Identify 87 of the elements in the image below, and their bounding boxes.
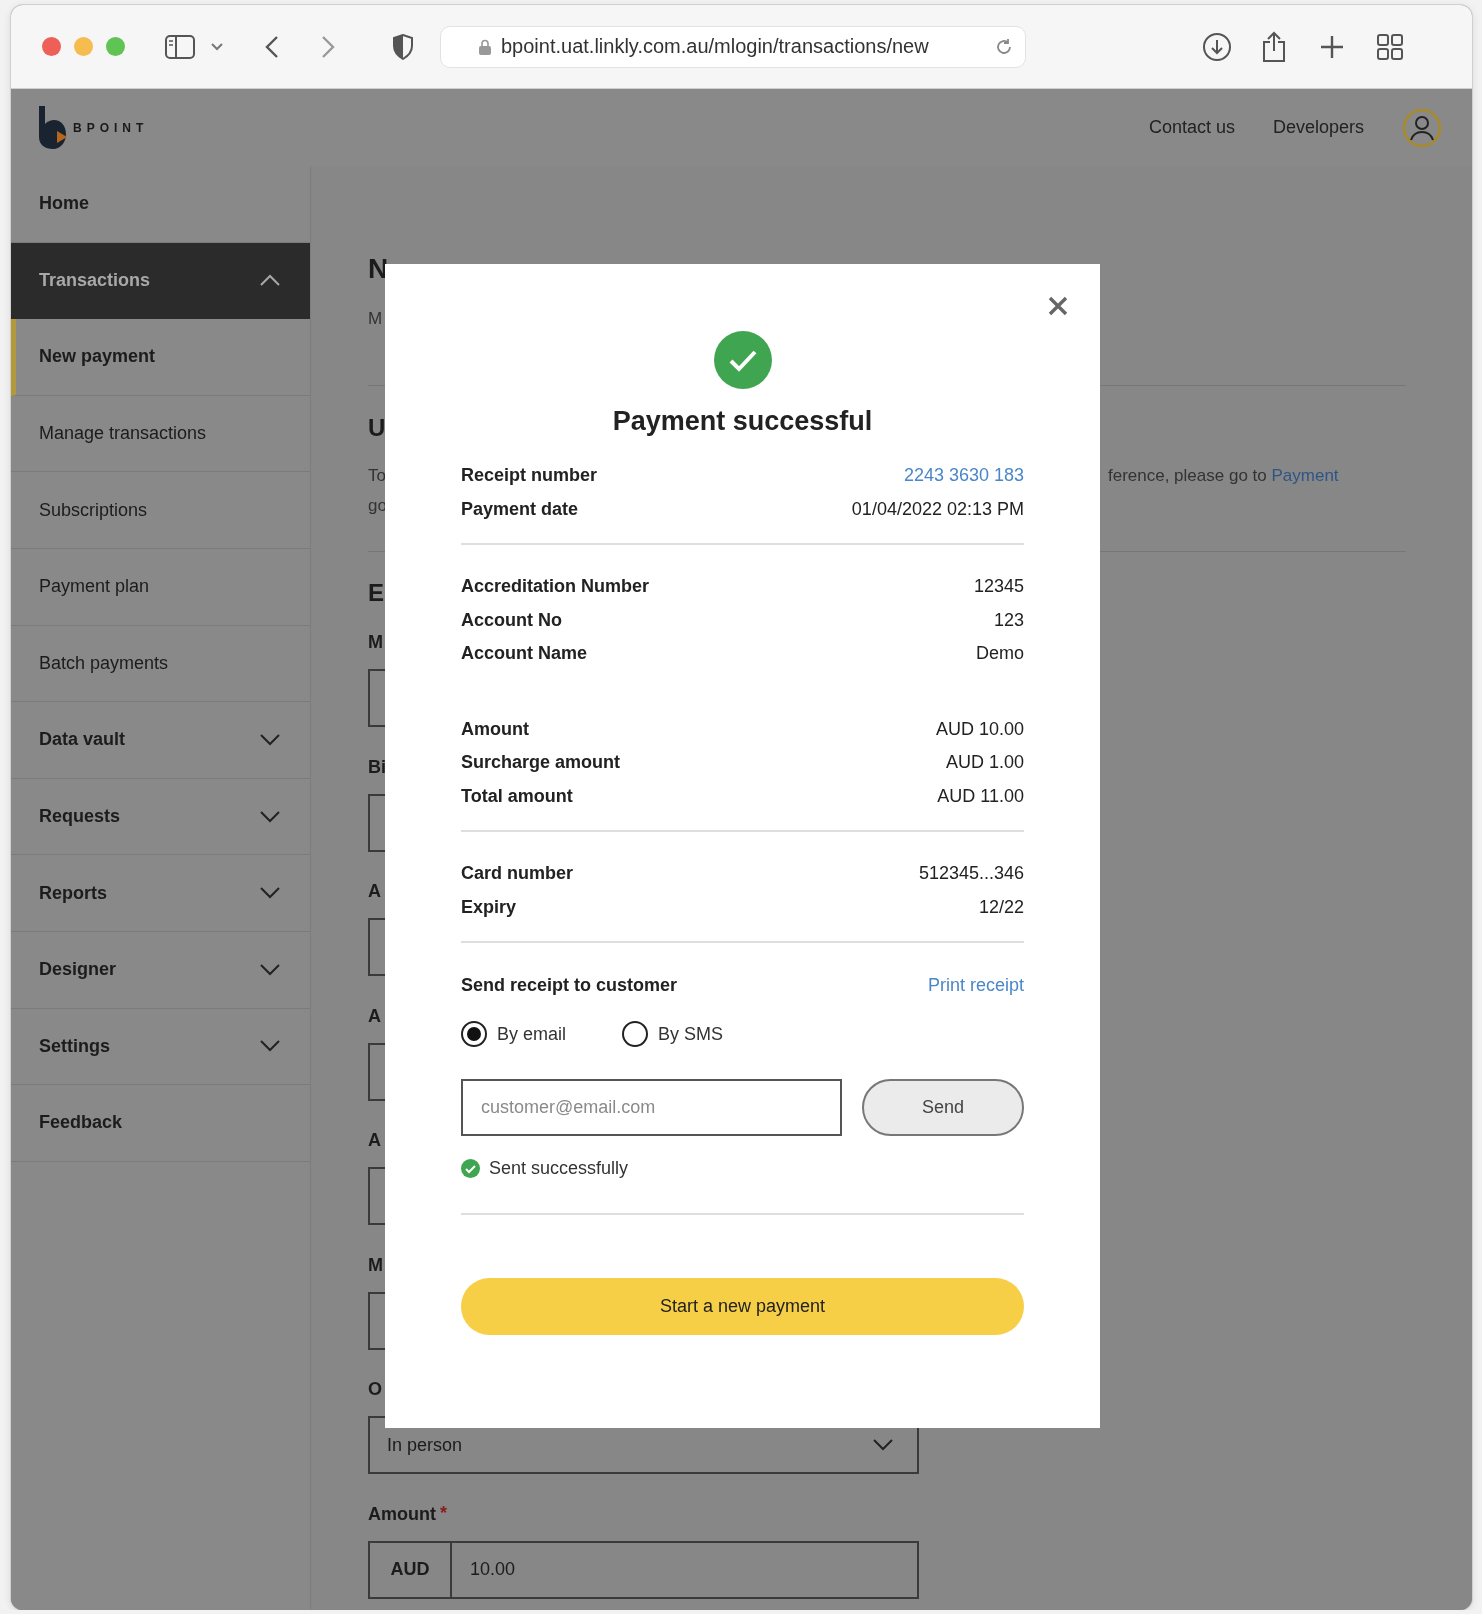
reload-icon[interactable] — [995, 37, 1013, 56]
radio-label[interactable]: By email — [497, 1023, 567, 1045]
sidebar-group[interactable]: Designer — [11, 931, 310, 1009]
radio-button[interactable] — [461, 1021, 487, 1047]
logo-icon — [37, 104, 69, 151]
sidebar-group[interactable]: Data vault — [11, 702, 310, 779]
detail-label: Accreditation Number — [461, 575, 650, 598]
detail-label: Expiry — [461, 895, 517, 919]
required-mark: * — [440, 1503, 447, 1524]
tabs-overview-icon[interactable] — [1377, 33, 1403, 60]
chevron-down-icon — [260, 1040, 280, 1053]
detail-label: Total amount — [461, 784, 573, 808]
shield-icon[interactable] — [392, 33, 414, 60]
field-label: A — [368, 880, 381, 903]
detail-label: Surcharge amount — [461, 751, 621, 774]
detail-value: 512345...346 — [918, 862, 1024, 885]
detail-value: 12345 — [973, 575, 1024, 598]
success-check-icon — [713, 331, 772, 389]
chevron-down-icon — [260, 887, 280, 900]
share-icon[interactable] — [1262, 30, 1286, 63]
section-heading: U — [368, 413, 386, 443]
detail-value: 123 — [993, 608, 1024, 632]
close-icon[interactable] — [1048, 296, 1068, 316]
page-subtitle: M — [368, 308, 383, 330]
detail-label: Payment date — [461, 497, 579, 521]
paragraph-text: ference, please go to Payment — [1107, 465, 1339, 487]
sidebar-group[interactable]: Settings — [11, 1008, 310, 1086]
detail-label: Receipt number — [461, 464, 598, 487]
sidebar-item[interactable]: Payment plan — [11, 548, 310, 626]
sidebar-item[interactable]: Feedback — [11, 1085, 310, 1162]
send-button[interactable]: Send — [862, 1079, 1024, 1136]
sidebar-item[interactable]: Batch payments — [11, 625, 310, 703]
print-receipt-link[interactable]: Print receipt — [927, 968, 1024, 1002]
detail-value: AUD 10.00 — [935, 717, 1024, 741]
sidebar-item[interactable]: Subscriptions — [11, 472, 310, 549]
radio-label[interactable]: By SMS — [658, 1023, 724, 1045]
detail-value: Demo — [976, 642, 1024, 665]
sidebar-item[interactable]: Manage transactions — [11, 395, 310, 473]
nav-link[interactable]: Contact us — [1148, 117, 1235, 138]
detail-value: 12/22 — [978, 895, 1024, 919]
email-field[interactable]: customer@email.com — [461, 1079, 842, 1136]
field-label: Amount — [368, 1502, 436, 1526]
field-label: M — [368, 631, 383, 654]
field-label: A — [368, 1129, 381, 1152]
chevron-down-icon — [260, 733, 280, 746]
download-icon[interactable] — [1202, 31, 1232, 62]
sidebar-group[interactable]: Reports — [11, 855, 310, 932]
sidebar-icon[interactable] — [165, 34, 195, 59]
chevron-up-icon — [260, 274, 280, 287]
lock-icon — [479, 38, 491, 55]
chevron-down-icon — [260, 810, 280, 823]
detail-value: AUD 1.00 — [945, 751, 1024, 774]
sidebar-group[interactable]: Transactions — [11, 242, 310, 320]
field-label: A — [368, 1004, 381, 1028]
radio-button[interactable] — [622, 1021, 649, 1047]
dialog-title: Payment successful — [611, 405, 874, 438]
chevron-down-icon[interactable] — [211, 42, 223, 51]
nav-link[interactable]: Developers — [1272, 117, 1364, 138]
user-avatar-icon[interactable] — [1402, 107, 1442, 148]
sidebar-group[interactable]: Requests — [11, 778, 310, 856]
section-heading: Send receipt to customer — [461, 974, 678, 997]
detail-value: AUD 11.00 — [937, 784, 1024, 808]
start-new-payment-button[interactable]: Start a new payment — [461, 1278, 1024, 1335]
detail-label: Account No — [461, 608, 562, 632]
chevron-down-icon — [873, 1439, 893, 1451]
logo-text: BPOINT — [73, 120, 149, 135]
field-label: M — [368, 1253, 383, 1277]
back-icon[interactable] — [265, 34, 279, 59]
sidebar-item[interactable]: Home — [11, 166, 310, 243]
success-check-icon — [461, 1158, 480, 1178]
section-heading: E — [368, 578, 384, 608]
chevron-down-icon — [260, 963, 280, 976]
field-label: Bi — [368, 755, 386, 779]
window-control-icon[interactable] — [42, 37, 61, 56]
sidebar-item[interactable]: New payment — [11, 319, 310, 396]
field-label: O — [368, 1378, 382, 1401]
paragraph-text: To — [368, 465, 386, 487]
plus-icon[interactable] — [1320, 34, 1344, 59]
status-message: Sent successfully — [489, 1157, 629, 1180]
detail-label: Amount — [461, 717, 529, 741]
address-bar[interactable]: bpoint.uat.linkly.com.au/mlogin/transactions/new — [440, 25, 1026, 68]
forward-icon[interactable] — [321, 34, 335, 59]
url-text: bpoint.uat.linkly.com.au/mlogin/transactions/new — [501, 35, 930, 58]
detail-label: Card number — [461, 862, 574, 885]
detail-label: Account Name — [461, 642, 588, 665]
receipt-link[interactable]: 2243 3630 183 — [903, 459, 1024, 493]
detail-value: 01/04/2022 02:13 PM — [851, 497, 1024, 521]
